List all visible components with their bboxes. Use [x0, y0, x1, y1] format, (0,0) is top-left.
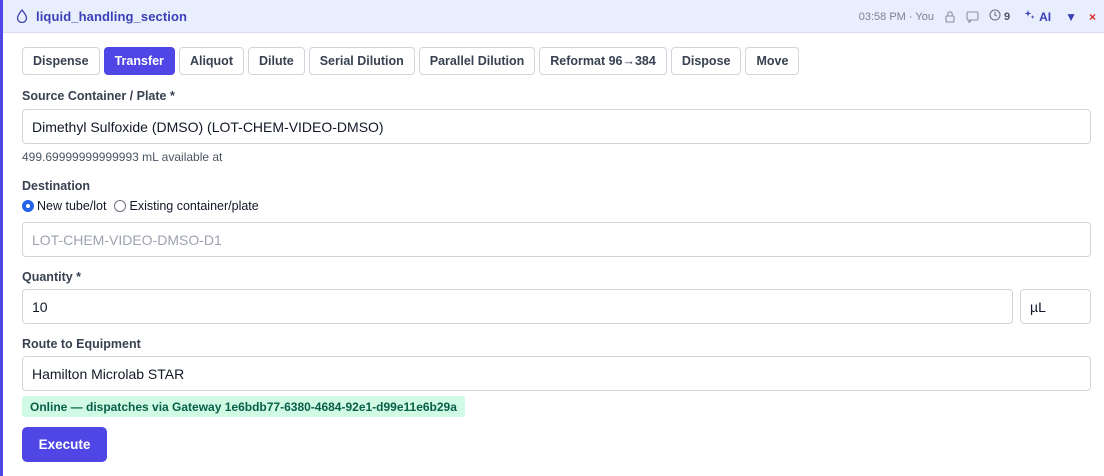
- section-title: liquid_handling_section: [36, 9, 188, 24]
- section-header: liquid_handling_section 03:58 PM · You 9…: [3, 0, 1104, 33]
- equipment-select[interactable]: Hamilton Microlab STAR: [22, 356, 1091, 391]
- tab-dilute[interactable]: Dilute: [247, 47, 305, 75]
- history-count: 9: [1003, 10, 1011, 23]
- radio-new-tube-label: New tube/lot: [37, 199, 107, 213]
- tab-parallel-dilution[interactable]: Parallel Dilution: [418, 47, 536, 75]
- close-icon[interactable]: ×: [1089, 10, 1096, 24]
- route-label: Route to Equipment: [22, 337, 141, 351]
- radio-new-tube[interactable]: New tube/lot: [22, 199, 106, 213]
- unit-select[interactable]: µL: [1020, 289, 1091, 324]
- lock-icon[interactable]: [944, 10, 956, 23]
- availability-text: 499.69999999999993 mL available at: [22, 150, 223, 164]
- quantity-input[interactable]: 10: [22, 289, 1013, 324]
- tab-dispense[interactable]: Dispense: [22, 47, 100, 75]
- execute-button[interactable]: Execute: [22, 427, 107, 462]
- radio-existing-container[interactable]: Existing container/plate: [114, 199, 259, 213]
- destination-label: Destination: [22, 179, 91, 193]
- destination-options: New tube/lot Existing container/plate: [22, 199, 259, 213]
- sparkle-icon: [1024, 9, 1036, 24]
- drop-icon: [16, 8, 28, 24]
- equipment-status-badge: Online — dispatches via Gateway 1e6bdb77…: [22, 396, 465, 417]
- radio-existing-container-button[interactable]: [114, 200, 127, 212]
- history-button[interactable]: 9: [989, 9, 1010, 24]
- destination-lot-input[interactable]: LOT-CHEM-VIDEO-DMSO-D1: [22, 222, 1091, 257]
- tab-dispose[interactable]: Dispose: [670, 47, 742, 75]
- ai-button[interactable]: AI: [1024, 9, 1051, 24]
- source-label: Source Container / Plate *: [22, 89, 175, 103]
- tab-move[interactable]: Move: [745, 47, 800, 75]
- source-container-select[interactable]: Dimethyl Sulfoxide (DMSO) (LOT-CHEM-VIDE…: [22, 109, 1091, 144]
- liquid-handling-panel: liquid_handling_section 03:58 PM · You 9…: [0, 0, 1104, 476]
- ai-label: AI: [1039, 9, 1052, 24]
- collapse-toggle-icon[interactable]: ▼: [1065, 10, 1077, 24]
- history-icon: [989, 9, 1001, 24]
- operation-tabs: Dispense Transfer Aliquot Dilute Serial …: [22, 47, 800, 75]
- tab-aliquot[interactable]: Aliquot: [178, 47, 244, 75]
- radio-new-tube-button[interactable]: [22, 200, 34, 212]
- tab-transfer[interactable]: Transfer: [103, 47, 175, 75]
- tab-serial-dilution[interactable]: Serial Dilution: [308, 47, 415, 75]
- radio-existing-container-label: Existing container/plate: [129, 199, 259, 213]
- header-controls: 03:58 PM · You 9 AI ▼ ×: [859, 0, 1096, 33]
- edit-meta: 03:58 PM · You: [858, 10, 934, 23]
- quantity-label: Quantity *: [22, 270, 82, 284]
- comment-icon[interactable]: [966, 10, 979, 23]
- tab-reformat[interactable]: Reformat 96→384: [539, 47, 667, 75]
